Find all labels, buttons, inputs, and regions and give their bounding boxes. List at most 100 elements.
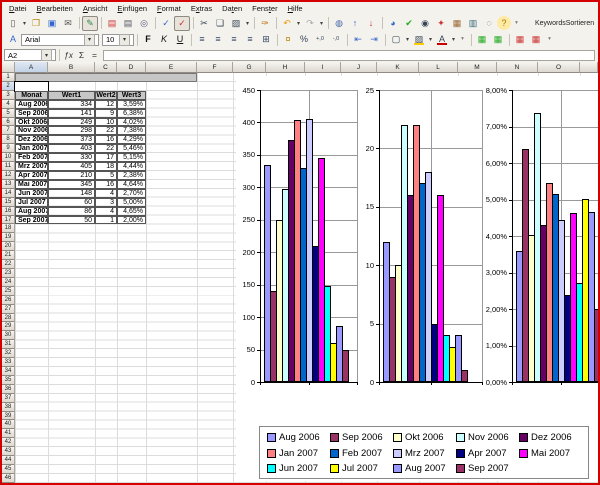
align-justify-icon[interactable]: ≡ bbox=[242, 32, 258, 47]
sort-ascending-icon[interactable]: ↑ bbox=[347, 16, 363, 31]
row-header-17[interactable]: 17 bbox=[2, 216, 15, 225]
row-header-15[interactable]: 15 bbox=[2, 198, 15, 207]
table-cell[interactable]: 4 bbox=[95, 207, 117, 216]
sheet-corner[interactable] bbox=[2, 62, 15, 73]
menu-ansicht[interactable]: Ansicht bbox=[78, 3, 113, 15]
row-header-32[interactable]: 32 bbox=[2, 349, 15, 358]
table-cell[interactable]: 22 bbox=[95, 144, 117, 153]
underline-icon[interactable]: U bbox=[172, 32, 188, 47]
borders-dropdown-icon[interactable]: ▾ bbox=[404, 33, 411, 46]
column-header-O[interactable]: O bbox=[538, 62, 580, 73]
table-cell[interactable]: 2,38% bbox=[117, 171, 146, 180]
currency-icon[interactable]: ¤ bbox=[280, 32, 296, 47]
menu-extras[interactable]: Extras bbox=[186, 3, 217, 15]
font-size-combobox[interactable]: 10▾ bbox=[102, 34, 134, 46]
table-cell[interactable]: Jul 2007 bbox=[15, 198, 48, 207]
table-cell[interactable]: 16 bbox=[95, 180, 117, 189]
table-cell[interactable]: Nov 2006 bbox=[15, 126, 48, 135]
spellcheck-icon[interactable]: ✓ bbox=[158, 16, 174, 31]
row-header-24[interactable]: 24 bbox=[2, 278, 15, 287]
zoom-icon[interactable]: ◌ bbox=[481, 16, 497, 31]
row-header-33[interactable]: 33 bbox=[2, 358, 15, 367]
table-cell[interactable]: 2,70% bbox=[117, 189, 146, 198]
borders-icon[interactable]: ▢ bbox=[388, 32, 404, 47]
row-header-35[interactable]: 35 bbox=[2, 376, 15, 385]
custom-button-keywordssortieren[interactable]: KeywordsSortieren bbox=[530, 18, 599, 29]
percent-icon[interactable]: % bbox=[296, 32, 312, 47]
table-cell[interactable]: 4 bbox=[95, 189, 117, 198]
new-document-icon[interactable]: ▯ bbox=[5, 16, 21, 31]
table-cell[interactable]: Mrz 2007 bbox=[15, 162, 48, 171]
table-cell[interactable]: 4,44% bbox=[117, 162, 146, 171]
table-cell[interactable]: 249 bbox=[48, 118, 95, 127]
menu-fenster[interactable]: Fenster bbox=[247, 3, 282, 15]
email-icon[interactable]: ✉ bbox=[60, 16, 76, 31]
table-cell[interactable]: 16 bbox=[95, 135, 117, 144]
table-cell[interactable]: 373 bbox=[48, 135, 95, 144]
row-header-43[interactable]: 43 bbox=[2, 447, 15, 456]
table-cell[interactable]: 22 bbox=[95, 126, 117, 135]
datasources-icon[interactable]: ▥ bbox=[465, 16, 481, 31]
row-header-5[interactable]: 5 bbox=[2, 109, 15, 118]
row-header-6[interactable]: 6 bbox=[2, 118, 15, 127]
add-decimal-icon[interactable]: +,0 bbox=[312, 32, 328, 47]
column-header-J[interactable]: J bbox=[341, 62, 377, 73]
table-cell[interactable]: 334 bbox=[48, 100, 95, 109]
row-header-45[interactable]: 45 bbox=[2, 465, 15, 474]
column-header-C[interactable]: C bbox=[95, 62, 117, 73]
menu-daten[interactable]: Daten bbox=[217, 3, 247, 15]
table-cell[interactable]: Sep 2006 bbox=[15, 109, 48, 118]
undo-icon[interactable]: ↶ bbox=[279, 16, 295, 31]
table-cell[interactable]: Mai 2007 bbox=[15, 180, 48, 189]
table-header-cell[interactable]: Wert2 bbox=[95, 91, 117, 100]
table-cell[interactable]: 10 bbox=[95, 118, 117, 127]
row-header-30[interactable]: 30 bbox=[2, 331, 15, 340]
table-cell[interactable]: 298 bbox=[48, 126, 95, 135]
table-cell[interactable]: 9 bbox=[95, 109, 117, 118]
row-header-25[interactable]: 25 bbox=[2, 287, 15, 296]
table-cell[interactable]: 2,00% bbox=[117, 216, 146, 225]
export-pdf-icon[interactable]: ▤ bbox=[104, 16, 120, 31]
row-header-4[interactable]: 4 bbox=[2, 100, 15, 109]
toolbar-options-icon[interactable]: ▾ bbox=[457, 32, 468, 47]
table-cell[interactable]: 141 bbox=[48, 109, 95, 118]
table-cell[interactable]: Jun 2007 bbox=[15, 189, 48, 198]
auto-spellcheck-icon[interactable]: ✓ bbox=[174, 16, 190, 31]
edit-file-icon[interactable]: ✎ bbox=[82, 16, 98, 31]
sort-descending-icon[interactable]: ↓ bbox=[363, 16, 379, 31]
save-icon[interactable]: ▣ bbox=[44, 16, 60, 31]
menu-hilfe[interactable]: Hilfe bbox=[283, 3, 308, 15]
column-header-B[interactable]: B bbox=[48, 62, 95, 73]
table-cell[interactable]: 12 bbox=[95, 100, 117, 109]
row-header-36[interactable]: 36 bbox=[2, 385, 15, 394]
row-header-16[interactable]: 16 bbox=[2, 207, 15, 216]
table-cell[interactable]: 210 bbox=[48, 171, 95, 180]
table-cell[interactable]: 148 bbox=[48, 189, 95, 198]
table-cell[interactable]: Okt 2006 bbox=[15, 118, 48, 127]
row-header-10[interactable]: 10 bbox=[2, 153, 15, 162]
table-cell[interactable]: 405 bbox=[48, 162, 95, 171]
table-cell[interactable]: 50 bbox=[48, 216, 95, 225]
copy-icon[interactable]: ❏ bbox=[212, 16, 228, 31]
column-header-G[interactable]: G bbox=[233, 62, 266, 73]
column-header-H[interactable]: H bbox=[266, 62, 305, 73]
background-color-icon[interactable]: ▨ bbox=[411, 32, 427, 47]
table-cell[interactable]: Sep 2007 bbox=[15, 216, 48, 225]
font-color-icon[interactable]: A bbox=[434, 32, 450, 47]
paste-dropdown-icon[interactable]: ▾ bbox=[244, 17, 251, 30]
row-header-7[interactable]: 7 bbox=[2, 126, 15, 135]
name-box-dropdown-icon[interactable]: ▾ bbox=[41, 49, 52, 61]
table-cell[interactable]: 3 bbox=[95, 198, 117, 207]
row-header-22[interactable]: 22 bbox=[2, 260, 15, 269]
align-center-icon[interactable]: ≡ bbox=[210, 32, 226, 47]
table-cell[interactable]: Aug 2007 bbox=[15, 207, 48, 216]
font-color-dropdown-icon[interactable]: ▾ bbox=[450, 33, 457, 46]
page-preview-icon[interactable]: ◎ bbox=[136, 16, 152, 31]
function-wizard-button[interactable]: ƒx bbox=[62, 50, 75, 60]
new-document-dropdown-icon[interactable]: ▾ bbox=[21, 17, 28, 30]
column-header-L[interactable]: L bbox=[419, 62, 458, 73]
table-cell[interactable]: 330 bbox=[48, 153, 95, 162]
table-cell[interactable]: Apr 2007 bbox=[15, 171, 48, 180]
row-header-28[interactable]: 28 bbox=[2, 314, 15, 323]
table-cell[interactable]: Dez 2006 bbox=[15, 135, 48, 144]
